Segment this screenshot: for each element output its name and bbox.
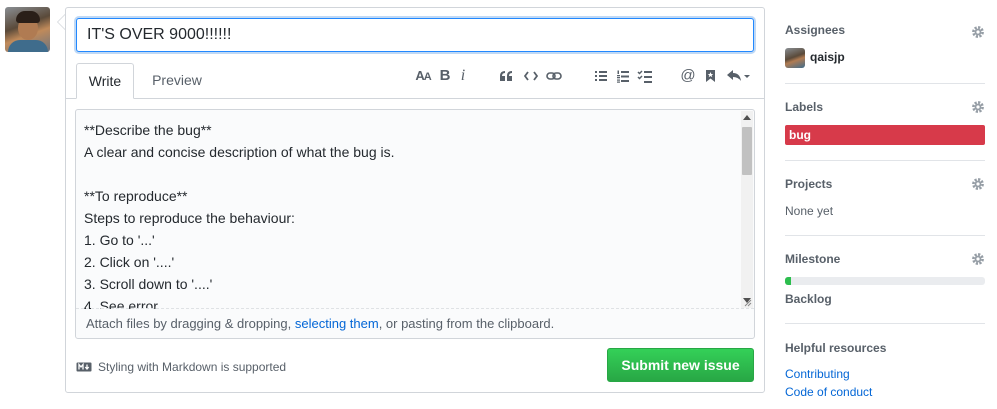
resize-handle-icon[interactable] (743, 298, 752, 307)
attach-text-suffix: , or pasting from the clipboard. (378, 316, 555, 331)
helpful-resources-heading: Helpful resources (785, 341, 887, 355)
task-list-icon[interactable] (636, 66, 654, 86)
sidebar-divider (785, 235, 985, 236)
markdown-support-note[interactable]: Styling with Markdown is supported (76, 358, 286, 376)
assignees-gear-icon[interactable] (971, 25, 985, 39)
projects-gear-icon[interactable] (971, 177, 985, 191)
editor-line: 3. Scroll down to '....' (84, 276, 213, 292)
scroll-up-arrow-icon[interactable] (743, 115, 751, 120)
editor-line: **Describe the bug** (84, 122, 212, 138)
editor-scrollbar[interactable] (741, 111, 753, 308)
sidebar-divider (785, 160, 985, 161)
editor-line: A clear and concise description of what … (84, 144, 395, 160)
submit-issue-button[interactable]: Submit new issue (607, 348, 754, 382)
italic-icon[interactable]: i (457, 66, 469, 86)
quote-icon[interactable] (497, 66, 515, 86)
header-icon[interactable]: AA (413, 66, 433, 86)
saved-reply-icon[interactable] (703, 66, 717, 86)
editor-line: 1. Go to '...' (84, 232, 155, 248)
tab-write[interactable]: Write (76, 63, 134, 99)
reply-icon[interactable] (725, 66, 751, 86)
attach-text-prefix: Attach files by dragging & dropping, (86, 316, 295, 331)
milestone-gear-icon[interactable] (971, 252, 985, 266)
milestone-heading[interactable]: Milestone (785, 252, 840, 266)
issue-title-input[interactable] (76, 18, 754, 52)
issue-body-textarea[interactable]: **Describe the bug** A clear and concise… (84, 119, 739, 309)
labels-heading[interactable]: Labels (785, 100, 823, 114)
ordered-list-icon[interactable] (614, 66, 632, 86)
contributing-link[interactable]: Contributing (785, 367, 850, 381)
bold-icon[interactable]: B (437, 66, 453, 86)
projects-heading[interactable]: Projects (785, 177, 832, 191)
editor-line: 2. Click on '....' (84, 254, 175, 270)
attach-files-bar[interactable]: Attach files by dragging & dropping, sel… (76, 308, 754, 338)
label-bug[interactable]: bug (785, 125, 985, 145)
code-icon[interactable] (522, 66, 540, 86)
markdown-icon (76, 362, 92, 372)
labels-gear-icon[interactable] (971, 100, 985, 114)
author-avatar[interactable] (5, 7, 50, 52)
milestone-progress-bar (785, 277, 985, 285)
assignees-heading[interactable]: Assignees (785, 23, 845, 37)
scroll-thumb[interactable] (742, 127, 752, 175)
issue-body-editor[interactable]: **Describe the bug** A clear and concise… (75, 109, 755, 339)
comment-caret-inner (58, 15, 65, 29)
markdown-note-text: Styling with Markdown is supported (98, 360, 287, 374)
milestone-progress-fill (785, 277, 791, 285)
editor-line: **To reproduce** (84, 188, 188, 204)
tab-preview[interactable]: Preview (138, 63, 216, 99)
assignee-name[interactable]: qaisjp (810, 50, 845, 64)
select-files-link[interactable]: selecting them (295, 316, 379, 331)
editor-line: Steps to reproduce the behaviour: (84, 210, 295, 226)
mention-icon[interactable]: @ (680, 66, 696, 86)
projects-value: None yet (785, 204, 834, 218)
sidebar-divider (785, 83, 985, 84)
code-of-conduct-link[interactable]: Code of conduct (785, 385, 872, 399)
assignee-avatar[interactable] (785, 48, 805, 68)
sidebar-divider (785, 323, 985, 324)
unordered-list-icon[interactable] (592, 66, 610, 86)
milestone-name[interactable]: Backlog (785, 292, 832, 306)
link-icon[interactable] (545, 66, 563, 86)
editor-line: 4. See error (84, 298, 158, 309)
